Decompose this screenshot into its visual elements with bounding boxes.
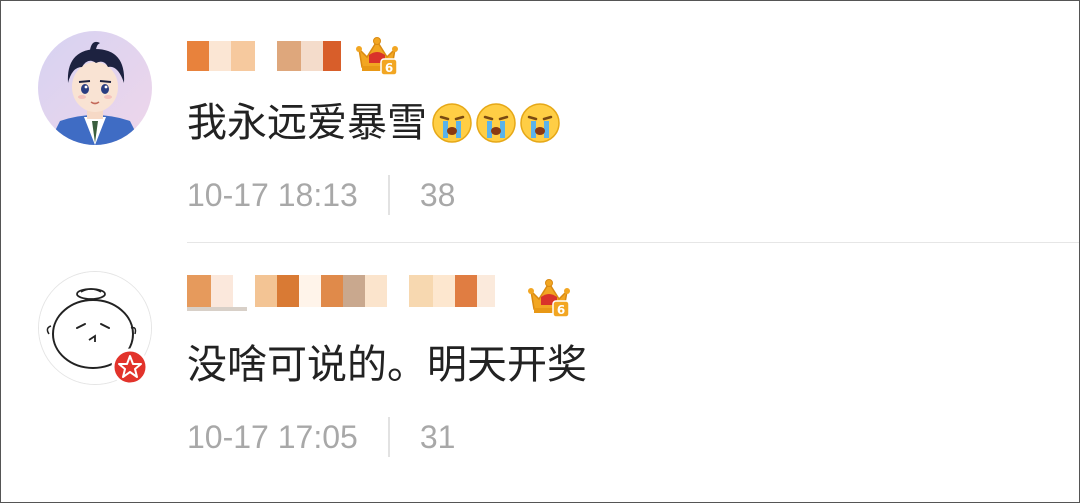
like-count[interactable]: 31 [420, 419, 456, 456]
comment-meta: 10-17 18:13 38 [187, 173, 455, 217]
anime-boy-avatar-icon [38, 31, 152, 145]
timestamp: 10-17 17:05 [187, 418, 358, 455]
comment-list: 6 我永远爱暴雪 10-17 18:13 38 6 没啥可说的。明天开奖 10-… [0, 0, 1080, 503]
comment-item: 6 没啥可说的。明天开奖 10-17 17:05 31 [1, 243, 1079, 502]
vip-crown-badge[interactable]: 6 [527, 275, 571, 319]
star-verified-icon [111, 348, 149, 386]
emoji-group [431, 102, 561, 144]
comment-meta: 10-17 17:05 31 [187, 415, 455, 459]
avatar[interactable] [38, 31, 152, 145]
meta-divider [387, 417, 390, 457]
vip-level: 6 [385, 61, 393, 75]
crying-face-emoji [476, 103, 516, 143]
crown-vip-icon: 6 [356, 37, 398, 76]
comment-item: 6 我永远爱暴雪 10-17 18:13 38 [1, 1, 1079, 243]
verified-badge [111, 348, 149, 386]
comment-content: 没啥可说的。明天开奖 [187, 341, 587, 389]
comment-content: 我永远爱暴雪 [187, 99, 561, 147]
like-count[interactable]: 38 [420, 177, 456, 214]
comment-text: 没啥可说的。明天开奖 [187, 342, 587, 388]
crying-face-emoji [432, 103, 472, 143]
meta-divider [387, 175, 390, 215]
username[interactable] [187, 35, 347, 75]
comment-text: 我永远爱暴雪 [187, 100, 427, 146]
obscured-username [187, 275, 495, 311]
vip-crown-badge[interactable]: 6 [355, 33, 399, 77]
username[interactable] [187, 271, 517, 311]
crying-face-emoji [520, 103, 560, 143]
timestamp: 10-17 18:13 [187, 176, 358, 213]
vip-level: 6 [557, 303, 565, 317]
obscured-username [187, 41, 341, 71]
crown-vip-icon: 6 [528, 279, 570, 318]
